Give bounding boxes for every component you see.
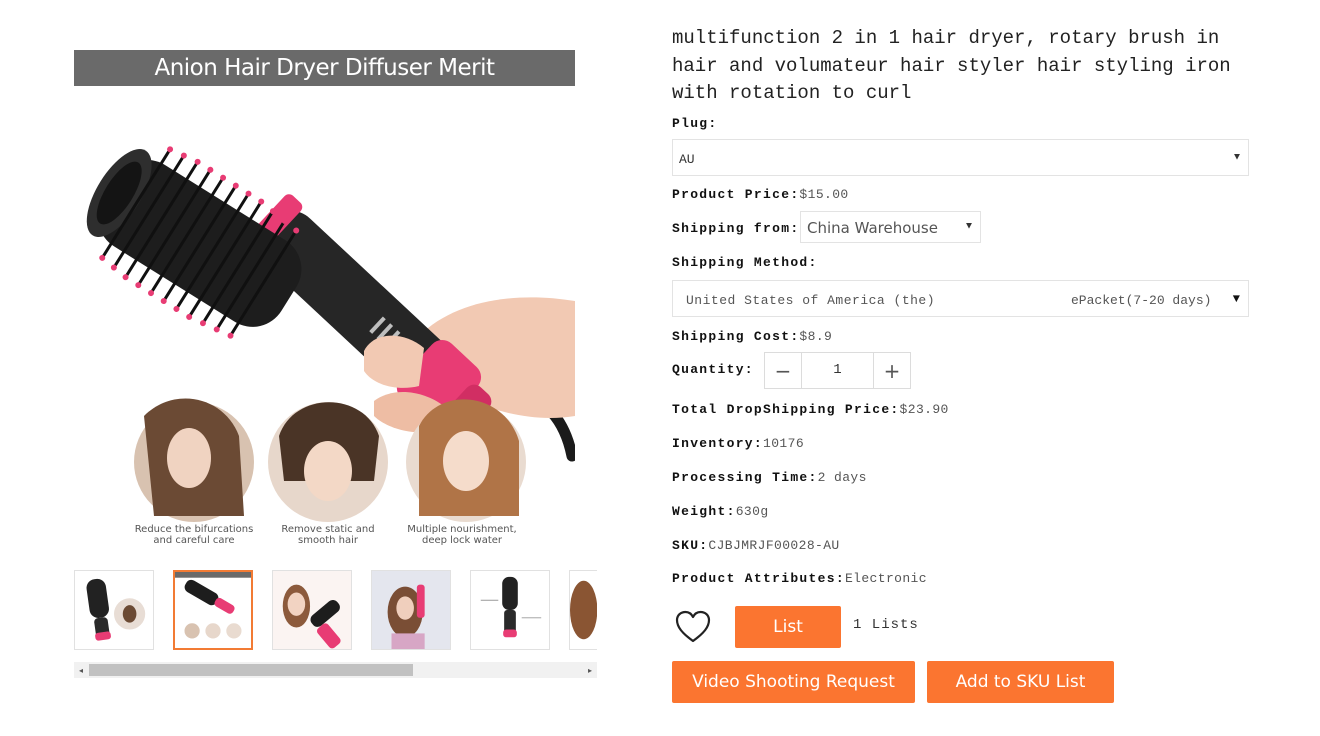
video-shooting-request-button[interactable]: Video Shooting Request bbox=[672, 661, 915, 703]
chevron-down-icon: ▼ bbox=[1233, 152, 1240, 163]
thumbnail-strip bbox=[74, 570, 597, 652]
plug-select[interactable]: AU ▼ bbox=[672, 139, 1249, 176]
processing-value: 2 days bbox=[817, 470, 867, 485]
inventory-row: Inventory:10176 bbox=[672, 436, 804, 451]
caption-2: Remove static and smooth hair bbox=[281, 524, 375, 546]
scrollbar-thumb[interactable] bbox=[89, 664, 413, 676]
thumbnail-5[interactable] bbox=[470, 570, 550, 650]
thumbnail-6[interactable] bbox=[569, 570, 597, 650]
price-value: $15.00 bbox=[799, 187, 849, 202]
plug-label: Plug: bbox=[672, 116, 718, 131]
plug-value: AU bbox=[679, 152, 695, 167]
ship-from-value: China Warehouse bbox=[807, 219, 938, 237]
total-value: $23.90 bbox=[899, 402, 949, 417]
attributes-value: Electronic bbox=[844, 571, 927, 586]
chevron-down-icon: ▼ bbox=[1232, 291, 1240, 306]
chevron-down-icon: ▼ bbox=[965, 221, 972, 233]
thumbnail-2[interactable] bbox=[173, 570, 253, 650]
ship-from-select[interactable]: China Warehouse ▼ bbox=[800, 211, 981, 243]
ship-method-row: Shipping Method: bbox=[672, 255, 818, 270]
thumbnail-1[interactable] bbox=[74, 570, 154, 650]
ship-method-country: United States of America (the) bbox=[686, 293, 936, 308]
list-button[interactable]: List bbox=[735, 606, 841, 648]
product-photo bbox=[86, 146, 575, 522]
heart-icon[interactable] bbox=[674, 609, 712, 645]
plus-icon[interactable]: + bbox=[874, 353, 910, 388]
weight-row: Weight:630g bbox=[672, 504, 769, 519]
inventory-value: 10176 bbox=[763, 436, 805, 451]
total-label: Total DropShipping Price: bbox=[672, 402, 900, 417]
attributes-row: Product Attributes:Electronic bbox=[672, 571, 927, 586]
inventory-label: Inventory: bbox=[672, 436, 764, 451]
minus-icon[interactable]: − bbox=[765, 353, 801, 388]
scroll-right-arrow-icon[interactable]: ▸ bbox=[583, 662, 597, 678]
quantity-stepper[interactable]: − 1 + bbox=[764, 352, 911, 389]
sku-label: SKU: bbox=[672, 538, 709, 553]
thumbnail-scrollbar[interactable]: ◂ ▸ bbox=[74, 662, 597, 678]
image-banner: Anion Hair Dryer Diffuser Merit bbox=[74, 50, 575, 86]
price-label: Product Price: bbox=[672, 187, 800, 202]
scroll-left-arrow-icon[interactable]: ◂ bbox=[74, 662, 88, 678]
main-product-image[interactable]: Anion Hair Dryer Diffuser Merit Reduce t… bbox=[74, 50, 575, 550]
caption-3: Multiple nourishment, deep lock water bbox=[407, 524, 517, 546]
processing-row: Processing Time:2 days bbox=[672, 470, 867, 485]
ship-cost-label: Shipping Cost: bbox=[672, 329, 800, 344]
thumbnail-4[interactable] bbox=[371, 570, 451, 650]
ship-from-row: Shipping from: bbox=[672, 221, 799, 236]
total-row: Total DropShipping Price:$23.90 bbox=[672, 402, 949, 417]
processing-label: Processing Time: bbox=[672, 470, 818, 485]
quantity-row: Quantity: bbox=[672, 362, 754, 377]
ship-cost-value: $8.9 bbox=[799, 329, 833, 344]
weight-label: Weight: bbox=[672, 504, 736, 519]
sku-row: SKU:CJBJMRJF00028-AU bbox=[672, 538, 840, 553]
ship-method-label: Shipping Method: bbox=[672, 255, 818, 270]
add-to-sku-list-button[interactable]: Add to SKU List bbox=[927, 661, 1114, 703]
ship-method-select[interactable]: United States of America (the) ePacket(7… bbox=[672, 280, 1249, 317]
ship-from-label: Shipping from: bbox=[672, 221, 800, 236]
quantity-label: Quantity: bbox=[672, 362, 754, 377]
price-row: Product Price:$15.00 bbox=[672, 187, 849, 202]
ship-method-service: ePacket(7-20 days) bbox=[1071, 293, 1212, 308]
weight-value: 630g bbox=[735, 504, 769, 519]
product-title: multifunction 2 in 1 hair dryer, rotary … bbox=[672, 27, 1231, 104]
thumbnail-3[interactable] bbox=[272, 570, 352, 650]
caption-1: Reduce the bifurcations and careful care bbox=[134, 524, 254, 546]
sku-value: CJBJMRJF00028-AU bbox=[708, 538, 840, 553]
ship-cost-row: Shipping Cost:$8.9 bbox=[672, 329, 832, 344]
lists-count: 1 Lists bbox=[853, 617, 919, 633]
quantity-input[interactable]: 1 bbox=[801, 353, 874, 388]
plug-row: Plug: bbox=[672, 116, 718, 131]
attributes-label: Product Attributes: bbox=[672, 571, 845, 586]
